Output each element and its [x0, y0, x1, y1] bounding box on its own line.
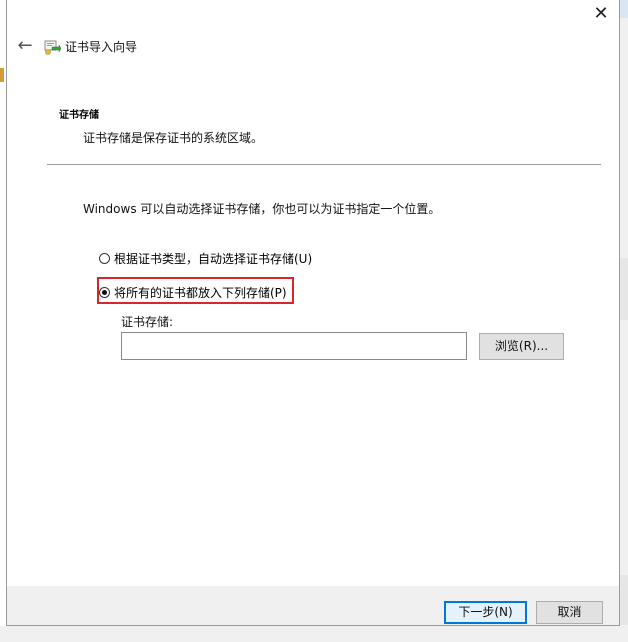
footer-bar [7, 586, 619, 625]
background-window-fragment [619, 258, 628, 320]
header-divider [47, 164, 601, 165]
background-window-edge [0, 68, 4, 82]
close-icon[interactable]: ✕ [591, 4, 611, 24]
browse-button[interactable]: 浏览(R)... [479, 333, 564, 360]
certificate-store-label: 证书存储: [121, 315, 174, 329]
radio-option-auto-select[interactable]: 根据证书类型，自动选择证书存储(U) [99, 250, 312, 267]
next-button[interactable]: 下一步(N) [444, 601, 527, 624]
cancel-button[interactable]: 取消 [536, 601, 603, 624]
certificate-store-input[interactable] [121, 332, 467, 360]
section-description: 证书存储是保存证书的系统区域。 [83, 131, 264, 145]
radio-label[interactable]: 根据证书类型，自动选择证书存储(U) [114, 250, 312, 267]
background-window-bottom [0, 626, 628, 642]
background-window-fragment [619, 575, 628, 625]
section-title: 证书存储 [59, 110, 99, 121]
certificate-wizard-icon [44, 40, 61, 55]
intro-text: Windows 可以自动选择证书存储，你也可以为证书指定一个位置。 [83, 202, 441, 216]
background-window-right [620, 0, 628, 642]
radio-option-place-in-store[interactable]: 将所有的证书都放入下列存储(P) [99, 284, 287, 301]
radio-label[interactable]: 将所有的证书都放入下列存储(P) [114, 284, 287, 301]
radio-button[interactable] [99, 253, 110, 264]
back-arrow-icon[interactable]: ← [15, 36, 35, 56]
background-window-fragment [619, 0, 628, 18]
wizard-title: 证书导入向导 [65, 40, 138, 54]
radio-button-selected[interactable] [99, 287, 110, 298]
certificate-import-wizard-dialog: ✕ ← 证书导入向导 证书存储 证书存储是保存证书的系统区域。 Windows … [6, 0, 620, 626]
